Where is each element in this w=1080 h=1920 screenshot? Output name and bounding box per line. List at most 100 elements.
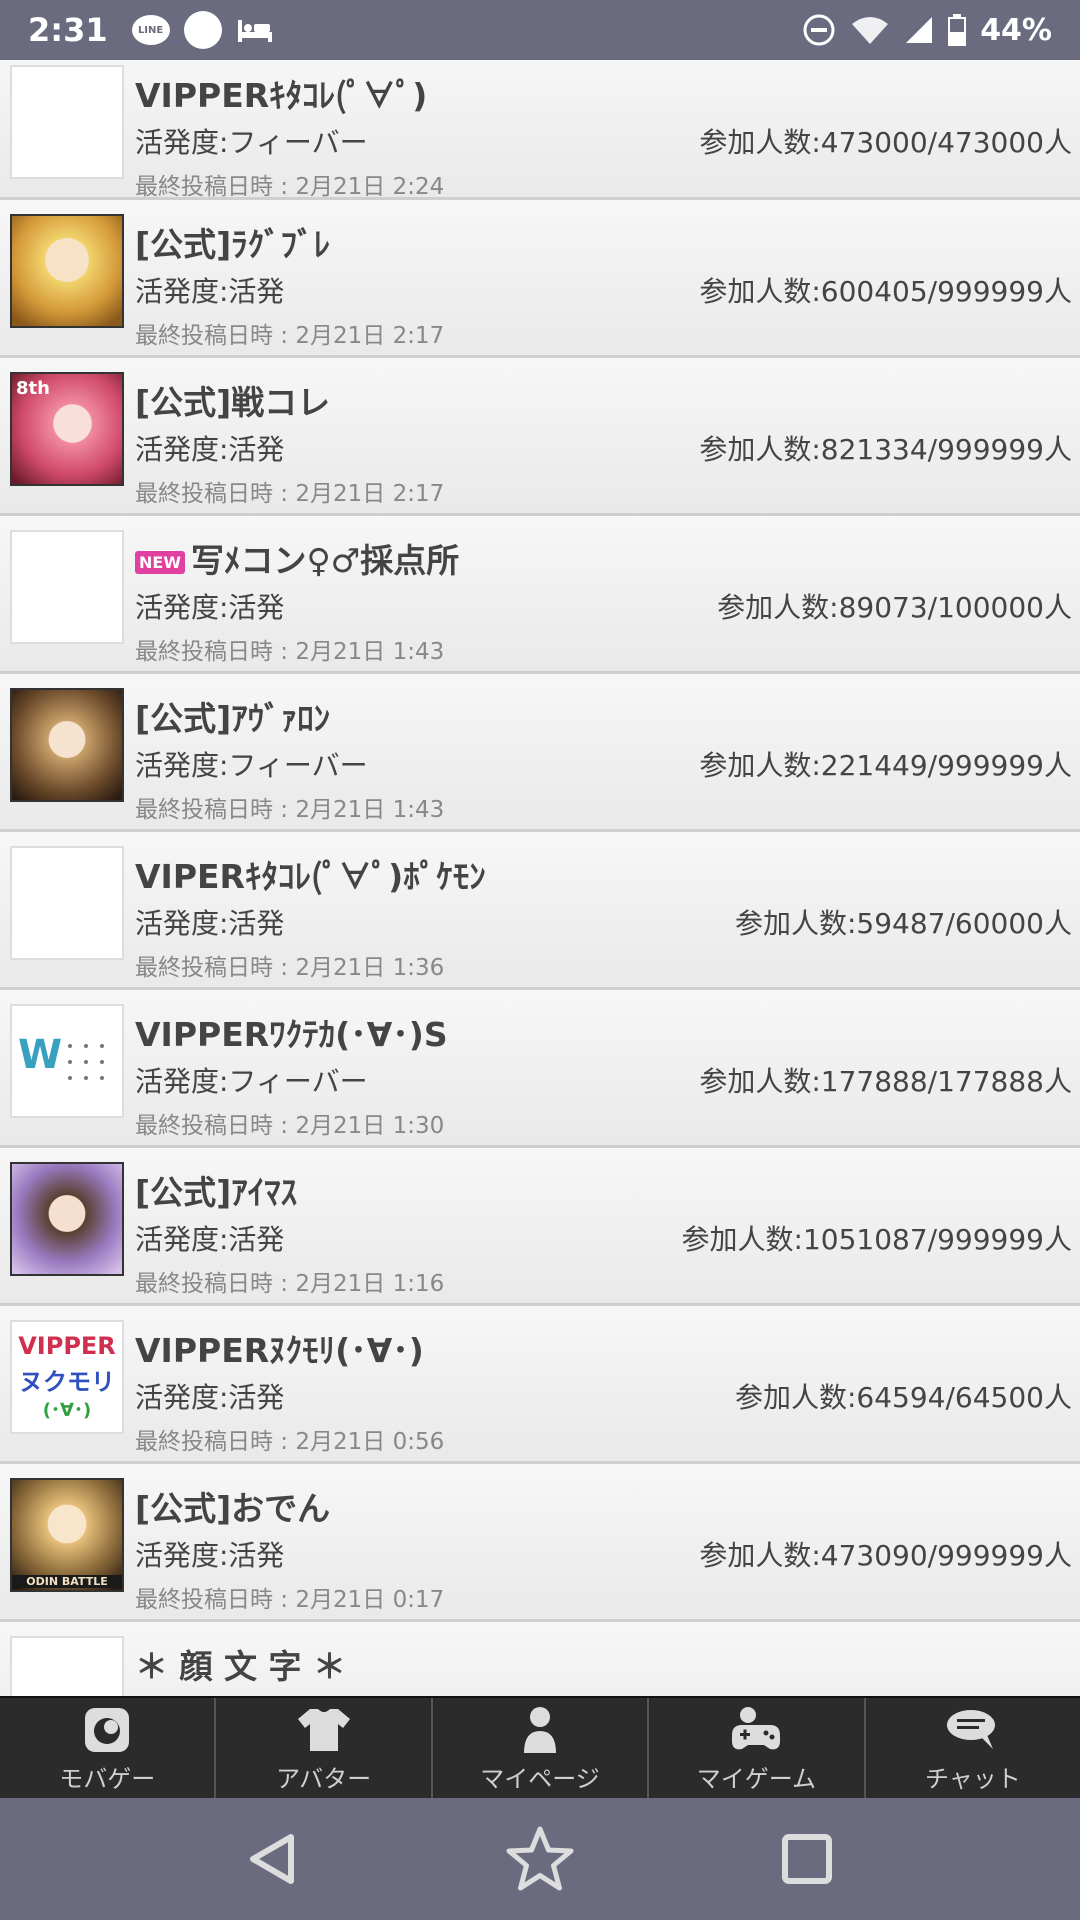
mobage-icon	[79, 1705, 135, 1755]
list-item[interactable]: 8th [公式]戦コレ 活発度:活発 参加人数:821334/999999人 最…	[0, 358, 1080, 516]
system-nav-bar	[0, 1798, 1080, 1920]
nav-label: アバター	[276, 1765, 372, 1793]
last-post-time: 最終投稿日時 : 2月21日 1:16	[135, 1271, 445, 1297]
circle-title: [公式]戦コレ	[135, 383, 331, 422]
member-count: 参加人数:1051087/999999人	[681, 1223, 1072, 1256]
activity-level: 活発度:フィーバー	[135, 126, 368, 159]
cell-signal-icon	[904, 15, 934, 45]
member-count: 参加人数:64594/64500人	[734, 1381, 1072, 1414]
nav-mygame[interactable]: マイゲーム	[649, 1698, 866, 1798]
nav-mypage[interactable]: マイページ	[433, 1698, 650, 1798]
status-bar: 2:31 LINE 44%	[0, 0, 1080, 60]
bottom-nav: モバゲー アバター マイページ マイゲーム チャット	[0, 1696, 1080, 1798]
circle-list[interactable]: VIPPERｷﾀｺﾚ(ﾟ∀ﾟ) 活発度:フィーバー 参加人数:473000/47…	[0, 60, 1080, 1696]
thumb-label: ODIN BATTLE	[12, 1575, 122, 1588]
battery-icon	[948, 14, 967, 46]
nav-label: モバゲー	[59, 1765, 156, 1793]
status-time: 2:31	[28, 11, 108, 49]
list-item[interactable]: [公式]ﾗｸﾞﾌﾞﾚ 活発度:活発 参加人数:600405/999999人 最終…	[0, 200, 1080, 358]
thumb-label: (･∀･)	[42, 1400, 92, 1421]
gamepad-icon	[728, 1705, 784, 1755]
member-count: 参加人数:821334/999999人	[699, 433, 1072, 466]
last-post-time: 最終投稿日時 : 2月21日 1:43	[135, 797, 445, 823]
svg-text:W: W	[18, 1032, 62, 1078]
circle-thumbnail	[10, 530, 124, 644]
star-icon	[506, 1826, 574, 1891]
circle-thumbnail	[10, 65, 124, 179]
activity-level: 活発度:活発	[135, 275, 285, 308]
wifi-icon	[850, 14, 890, 46]
list-item[interactable]: [公式]ｱｳﾞｧﾛﾝ 活発度:フィーバー 参加人数:221449/999999人…	[0, 674, 1080, 832]
member-count: 参加人数:177888/177888人	[699, 1065, 1072, 1098]
chat-icon	[945, 1705, 1001, 1755]
circle-title: ＊ 顔 文 字 ＊	[135, 1647, 346, 1686]
nav-mobage[interactable]: モバゲー	[0, 1698, 217, 1798]
activity-level: 活発度:活発	[135, 1539, 285, 1572]
recents-button[interactable]	[767, 1819, 847, 1899]
circle-notification-icon	[183, 11, 222, 49]
last-post-time: 最終投稿日時 : 2月21日 2:24	[135, 174, 445, 200]
member-count: 参加人数:59487/60000人	[734, 907, 1072, 940]
circle-thumbnail	[10, 846, 124, 960]
circle-title: VIPPERﾜｸﾃｶ(･∀･)S	[135, 1015, 448, 1054]
activity-level: 活発度:活発	[135, 1381, 285, 1414]
member-count: 参加人数:600405/999999人	[699, 275, 1072, 308]
circle-thumbnail: 8th	[10, 372, 124, 486]
member-count: 参加人数:221449/999999人	[699, 749, 1072, 782]
circle-thumbnail	[10, 1162, 124, 1276]
battery-percent: 44%	[980, 12, 1052, 48]
new-badge: NEW	[135, 551, 185, 574]
list-item[interactable]: VIPERｷﾀｺﾚ(ﾟ∀ﾟ)ﾎﾟｹﾓﾝ 活発度:活発 参加人数:59487/60…	[0, 832, 1080, 990]
nav-label: マイページ	[480, 1765, 600, 1793]
nav-label: チャット	[924, 1765, 1021, 1793]
circle-thumbnail: ODIN BATTLE	[10, 1478, 124, 1592]
last-post-time: 最終投稿日時 : 2月21日 2:17	[135, 481, 445, 507]
activity-level: 活発度:活発	[135, 907, 285, 940]
circle-title: VIPERｷﾀｺﾚ(ﾟ∀ﾟ)ﾎﾟｹﾓﾝ	[135, 857, 486, 896]
list-item[interactable]: VIPPER ヌクモリ (･∀･) VIPPERﾇｸﾓﾘ(･∀･) 活発度:活発…	[0, 1306, 1080, 1464]
member-count: 参加人数:473000/473000人	[699, 126, 1072, 159]
circle-title: [公式]おでん	[135, 1489, 331, 1528]
home-button[interactable]	[500, 1819, 580, 1899]
back-triangle-icon	[250, 1834, 295, 1884]
do-not-disturb-icon	[802, 13, 836, 47]
last-post-time: 最終投稿日時 : 2月21日 0:17	[135, 1587, 445, 1613]
line-notification-icon: LINE	[131, 15, 170, 45]
circle-title: [公式]ﾗｸﾞﾌﾞﾚ	[135, 225, 331, 264]
member-count: 参加人数:473090/999999人	[699, 1539, 1072, 1572]
circle-title: VIPPERﾇｸﾓﾘ(･∀･)	[135, 1331, 424, 1370]
circle-thumbnail: VIPPER ヌクモリ (･∀･)	[10, 1320, 124, 1434]
activity-level: 活発度:フィーバー	[135, 1065, 368, 1098]
back-button[interactable]	[233, 1819, 313, 1899]
circle-title: [公式]ｱｲﾏｽ	[135, 1173, 298, 1212]
list-item[interactable]: W VIPPERﾜｸﾃｶ(･∀･)S 活発度:フィーバー 参加人数:177888…	[0, 990, 1080, 1148]
last-post-time: 最終投稿日時 : 2月21日 2:17	[135, 323, 445, 349]
square-icon	[781, 1834, 832, 1884]
last-post-time: 最終投稿日時 : 2月21日 1:30	[135, 1113, 445, 1139]
circle-thumbnail: W	[10, 1004, 124, 1118]
circle-title: 写ﾒコン♀♂採点所	[190, 541, 460, 580]
thumb-label: VIPPER	[18, 1332, 116, 1360]
list-item[interactable]: VIPPERｷﾀｺﾚ(ﾟ∀ﾟ) 活発度:フィーバー 参加人数:473000/47…	[0, 60, 1080, 200]
tshirt-icon	[296, 1705, 352, 1755]
activity-level: 活発度:活発	[135, 433, 285, 466]
activity-level: 活発度:フィーバー	[135, 749, 368, 782]
last-post-time: 最終投稿日時 : 2月21日 1:43	[135, 639, 445, 665]
last-post-time: 最終投稿日時 : 2月21日 0:56	[135, 1429, 445, 1455]
circle-thumbnail	[10, 1636, 124, 1696]
list-item[interactable]: NEW 写ﾒコン♀♂採点所 活発度:活発 参加人数:89073/100000人 最…	[0, 516, 1080, 674]
member-count: 参加人数:89073/100000人	[717, 591, 1072, 624]
activity-level: 活発度:活発	[135, 1223, 285, 1256]
nav-label: マイゲーム	[696, 1765, 817, 1793]
bed-icon	[236, 16, 274, 44]
list-item[interactable]: ODIN BATTLE [公式]おでん 活発度:活発 参加人数:473090/9…	[0, 1464, 1080, 1622]
list-item[interactable]: [公式]ｱｲﾏｽ 活発度:活発 参加人数:1051087/999999人 最終投…	[0, 1148, 1080, 1306]
thumb-label: 8th	[16, 378, 50, 399]
nav-avatar[interactable]: アバター	[216, 1698, 433, 1798]
circle-title: VIPPERｷﾀｺﾚ(ﾟ∀ﾟ)	[135, 76, 428, 115]
activity-level: 活発度:活発	[135, 591, 285, 624]
nav-chat[interactable]: チャット	[866, 1698, 1080, 1798]
circle-thumbnail	[10, 688, 124, 802]
person-icon	[512, 1705, 568, 1755]
list-item[interactable]: ＊ 顔 文 字 ＊	[0, 1622, 1080, 1696]
